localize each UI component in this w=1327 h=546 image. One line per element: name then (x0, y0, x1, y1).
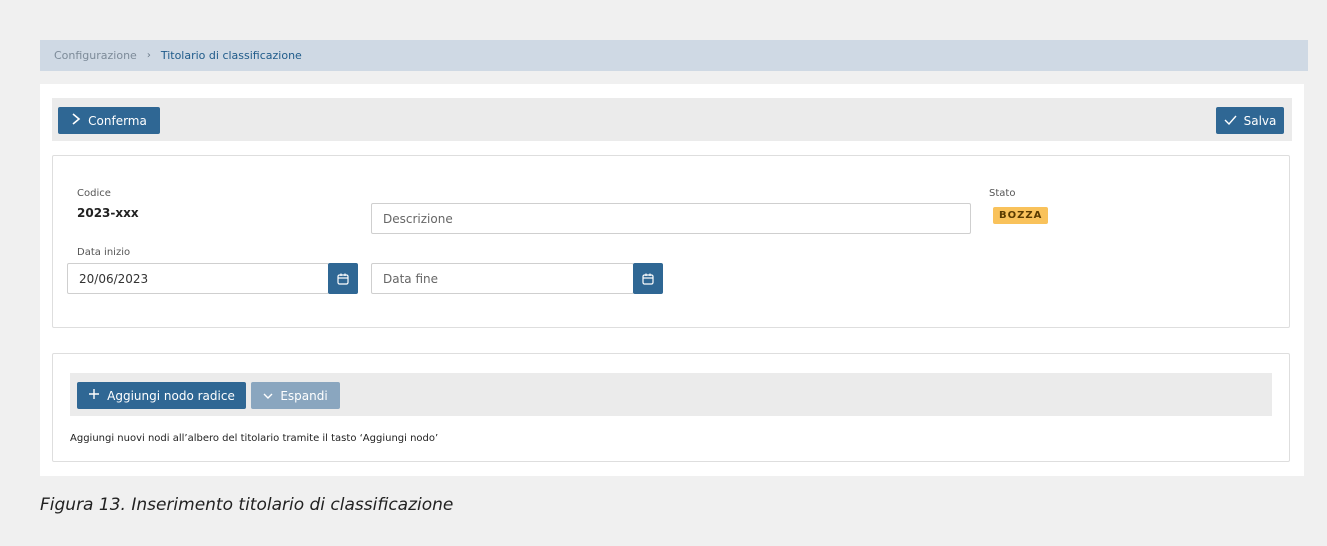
save-label: Salva (1243, 113, 1277, 128)
breadcrumb-parent[interactable]: Configurazione (54, 49, 137, 62)
chevron-right-icon (71, 113, 81, 128)
expand-label: Espandi (280, 388, 328, 403)
action-toolbar: Conferma Salva (52, 98, 1292, 141)
check-icon (1224, 114, 1237, 128)
chevron-down-icon (263, 389, 273, 403)
figure-caption: Figura 13. Inserimento titolario di clas… (40, 495, 454, 515)
tree-toolbar: Aggiungi nodo radice Espandi (70, 373, 1272, 416)
main-panel: Conferma Salva Codice 2023-xxx Descrizio… (40, 84, 1304, 476)
descrizione-input[interactable]: Descrizione (371, 203, 971, 234)
data-inizio-field[interactable]: 20/06/2023 (67, 263, 329, 294)
confirm-label: Conferma (88, 113, 147, 128)
add-root-node-label: Aggiungi nodo radice (107, 388, 235, 403)
confirm-button[interactable]: Conferma (58, 107, 160, 134)
calendar-icon (642, 273, 654, 285)
tree-card: Aggiungi nodo radice Espandi Aggiungi nu… (52, 353, 1290, 462)
save-button[interactable]: Salva (1216, 107, 1284, 134)
data-fine-field[interactable]: Data fine (371, 263, 634, 294)
tree-hint-text: Aggiungi nuovi nodi all’albero del titol… (70, 433, 439, 444)
status-badge: BOZZA (993, 207, 1049, 224)
data-fine-calendar-button[interactable] (633, 263, 663, 294)
stato-label: Stato (989, 188, 1016, 199)
data-inizio-calendar-button[interactable] (328, 263, 358, 294)
screenshot-canvas: Configurazione › Titolario di classifica… (0, 0, 1327, 546)
codice-value: 2023-xxx (77, 206, 139, 220)
expand-button[interactable]: Espandi (251, 382, 340, 409)
calendar-icon (337, 273, 349, 285)
header-form-card: Codice 2023-xxx Descrizione Stato BOZZA … (52, 155, 1290, 328)
breadcrumb-current: Titolario di classificazione (160, 49, 302, 62)
plus-icon (88, 388, 100, 403)
add-root-node-button[interactable]: Aggiungi nodo radice (77, 382, 246, 409)
breadcrumb-separator: › (146, 50, 151, 61)
data-inizio-label: Data inizio (77, 247, 131, 258)
breadcrumb: Configurazione › Titolario di classifica… (40, 40, 1308, 71)
codice-label: Codice (77, 188, 111, 199)
